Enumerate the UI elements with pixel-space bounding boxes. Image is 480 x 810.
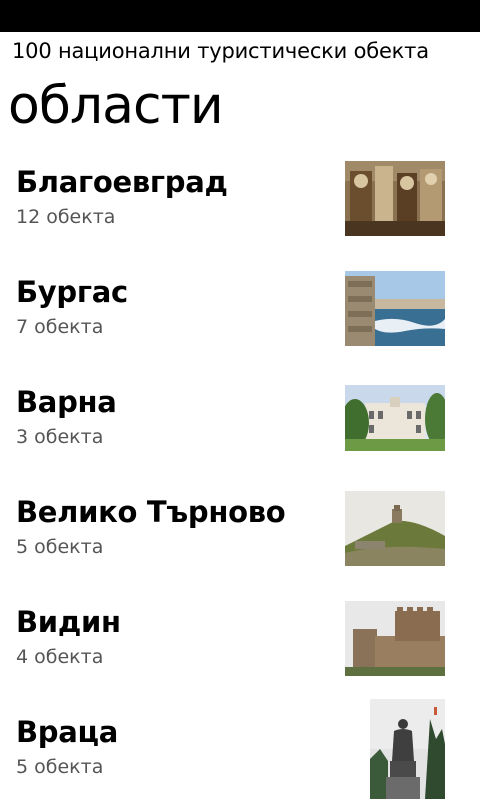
sea-coast-thumbnail	[345, 271, 445, 346]
list-item-varna[interactable]: Варна 3 обекта	[0, 370, 480, 480]
region-name: Велико Търново	[16, 495, 286, 529]
region-count: 5 обекта	[16, 756, 104, 778]
list-item-blagoevgrad[interactable]: Благоевград 12 обекта	[0, 150, 480, 260]
status-bar	[0, 0, 480, 32]
list-item-vidin[interactable]: Видин 4 обекта	[0, 590, 480, 700]
list-item-burgas[interactable]: Бургас 7 обекта	[0, 260, 480, 370]
region-name: Враца	[16, 715, 118, 749]
museum-building-thumbnail	[345, 385, 445, 451]
region-count: 12 обекта	[16, 206, 116, 228]
list-item-veliko-tarnovo[interactable]: Велико Търново 5 обекта	[0, 480, 480, 590]
region-count: 5 обекта	[16, 536, 104, 558]
region-name: Видин	[16, 605, 121, 639]
region-name: Бургас	[16, 275, 128, 309]
region-count: 4 обекта	[16, 646, 104, 668]
monument-statue-thumbnail	[370, 699, 445, 799]
list-item-vratsa[interactable]: Враца 5 обекта	[0, 699, 480, 810]
stone-castle-thumbnail	[345, 601, 445, 676]
fresco-thumbnail	[345, 161, 445, 236]
region-count: 3 обекта	[16, 426, 104, 448]
hill-fortress-thumbnail	[345, 491, 445, 566]
page-title: области	[8, 76, 224, 136]
app-title: 100 национални туристически обекта	[12, 39, 429, 63]
regions-list: Благоевград 12 обекта Бургас 7 обекта Ва…	[0, 150, 480, 810]
region-count: 7 обекта	[16, 316, 104, 338]
region-name: Благоевград	[16, 165, 228, 199]
region-name: Варна	[16, 385, 117, 419]
